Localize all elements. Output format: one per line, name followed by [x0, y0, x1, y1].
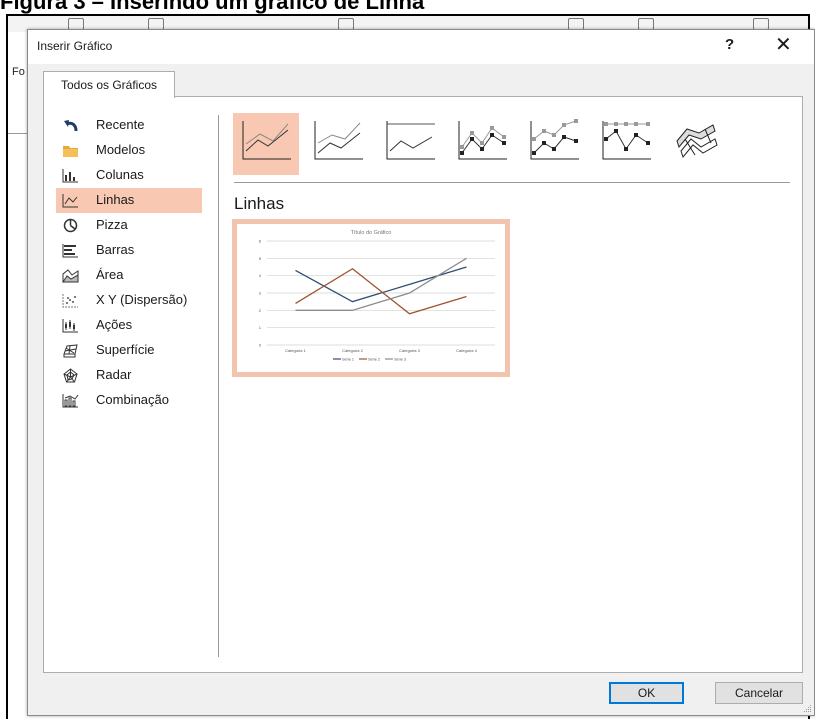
sidebar-item-label: Colunas: [96, 167, 144, 182]
percent-stacked-line-subtype-icon: [386, 121, 435, 160]
subtype-divider: [234, 182, 790, 183]
legend-label: Série 1: [342, 358, 354, 362]
panel-divider: [218, 115, 219, 657]
pie-chart-icon: [63, 218, 78, 233]
subtype-line-markers[interactable]: [449, 113, 515, 175]
series-line: [295, 266, 467, 303]
sidebar-item-area[interactable]: Área: [56, 263, 202, 288]
sidebar-item-xy-dispersao[interactable]: X Y (Dispersão): [56, 288, 202, 313]
tab-all-charts[interactable]: Todos os Gráficos: [43, 71, 175, 98]
sidebar-item-combinacao[interactable]: Combinação: [56, 388, 202, 413]
x-tick-label: Categoria 4: [456, 348, 477, 353]
preview-chart-title: Título do Gráfico: [351, 230, 392, 236]
sidebar-item-barras[interactable]: Barras: [56, 238, 202, 263]
ok-button[interactable]: OK: [609, 682, 684, 704]
sidebar-item-label: X Y (Dispersão): [96, 292, 188, 307]
y-tick-label: 5: [259, 256, 262, 261]
resize-grip-icon[interactable]: [802, 703, 812, 713]
sidebar-item-colunas[interactable]: Colunas: [56, 163, 202, 188]
y-tick-label: 6: [259, 239, 262, 244]
surface-chart-icon: [63, 344, 78, 358]
3d-line-subtype-icon: [676, 124, 718, 159]
radar-chart-icon: [63, 368, 78, 383]
bar-chart-icon: [62, 244, 78, 258]
close-button[interactable]: ✕: [775, 33, 792, 57]
insert-chart-dialog: Inserir Gráfico ? ✕ Todos os Gráficos Re…: [27, 29, 815, 716]
legend-label: Série 2: [368, 358, 380, 362]
sidebar-item-label: Radar: [96, 367, 132, 382]
sidebar-item-linhas[interactable]: Linhas: [56, 188, 202, 213]
subtype-line[interactable]: [233, 113, 299, 175]
scatter-chart-icon: [62, 294, 78, 308]
sidebar-item-label: Combinação: [96, 392, 169, 407]
area-chart-icon: [62, 269, 79, 283]
sidebar-item-label: Pizza: [96, 217, 128, 232]
sidebar-item-label: Ações: [96, 317, 133, 332]
sidebar-item-recente[interactable]: Recente: [56, 113, 202, 138]
sidebar-item-acoes[interactable]: Ações: [56, 313, 202, 338]
y-tick-label: 2: [259, 308, 262, 313]
y-tick-label: 0: [259, 343, 262, 348]
preview-chart: Título do Gráfico 0 1 2 3 4 5 6 Categoria 1 Categ…: [259, 230, 495, 362]
sidebar-item-superficie[interactable]: Superfície: [56, 338, 202, 363]
combo-chart-icon: [62, 394, 79, 408]
subtype-stacked-line-markers[interactable]: [521, 113, 587, 175]
sidebar-item-label: Barras: [96, 242, 135, 257]
undo-arrow-icon: [64, 120, 78, 132]
sidebar-item-label: Linhas: [96, 192, 135, 207]
figure-caption: Figura 3 – Inserindo um gráfico de Linha: [0, 0, 425, 14]
line-chart-icon: [62, 194, 78, 208]
subtype-3d-line[interactable]: [665, 113, 731, 175]
chart-category-list: Recente Modelos Colunas Linhas Pizza Bar…: [56, 113, 204, 413]
sidebar-item-label: Modelos: [96, 142, 146, 157]
column-chart-icon: [62, 169, 78, 183]
legend-label: Série 3: [394, 358, 406, 362]
subtype-100-stacked-line-markers[interactable]: [593, 113, 659, 175]
sidebar-item-label: Área: [96, 267, 124, 282]
stacked-line-subtype-icon: [314, 121, 363, 160]
background-text: Fo: [12, 66, 25, 78]
x-tick-label: Categoria 2: [342, 348, 363, 353]
x-tick-label: Categoria 1: [285, 348, 306, 353]
sidebar-item-label: Superfície: [96, 342, 155, 357]
dialog-title: Inserir Gráfico: [37, 39, 113, 53]
help-button[interactable]: ?: [725, 36, 734, 53]
sidebar-item-pizza[interactable]: Pizza: [56, 213, 202, 238]
folder-icon: [63, 146, 78, 157]
x-tick-label: Categoria 3: [399, 348, 420, 353]
sidebar-item-modelos[interactable]: Modelos: [56, 138, 202, 163]
subtype-100-stacked-line[interactable]: [377, 113, 443, 175]
y-tick-label: 1: [259, 325, 262, 330]
chart-preview-canvas: Título do Gráfico 0 1 2 3 4 5 6 Categoria 1 Categ…: [237, 224, 505, 372]
y-tick-label: 4: [259, 273, 262, 278]
percent-stacked-line-markers-subtype-icon: [602, 121, 651, 160]
dialog-title-bar[interactable]: Inserir Gráfico ? ✕: [28, 30, 814, 64]
stacked-line-markers-subtype-icon: [530, 119, 579, 160]
y-tick-label: 3: [259, 291, 262, 296]
sidebar-item-label: Recente: [96, 117, 145, 132]
subtype-stacked-line[interactable]: [305, 113, 371, 175]
line-markers-subtype-icon: [458, 121, 507, 160]
line-subtype-icon: [242, 121, 291, 160]
cancel-button[interactable]: Cancelar: [715, 682, 803, 704]
stock-chart-icon: [62, 319, 78, 333]
tab-panel: Recente Modelos Colunas Linhas Pizza Bar…: [43, 96, 803, 673]
chart-type-title: Linhas: [234, 194, 285, 213]
sidebar-item-radar[interactable]: Radar: [56, 363, 202, 388]
chart-preview[interactable]: Título do Gráfico 0 1 2 3 4 5 6 Categoria 1 Categ…: [232, 219, 510, 377]
